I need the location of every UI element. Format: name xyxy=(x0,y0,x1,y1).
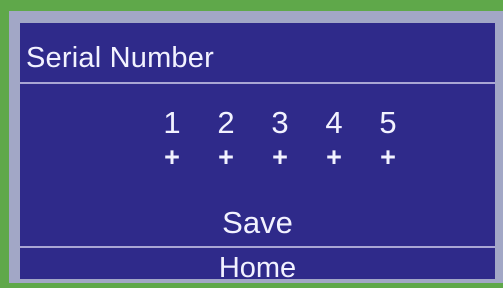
increment-digit-4-button[interactable]: + xyxy=(326,143,342,171)
lcd-screen: Serial Number 1 + 2 + 3 + 4 + 5 + Save H… xyxy=(20,23,495,279)
serial-digit-column-2: 2 + xyxy=(199,105,253,171)
increment-digit-5-button[interactable]: + xyxy=(380,143,396,171)
serial-digit-3: 3 xyxy=(271,105,289,140)
device-bezel: Serial Number 1 + 2 + 3 + 4 + 5 + Save H… xyxy=(0,0,503,288)
footer-divider xyxy=(20,246,495,248)
serial-digit-group: 1 + 2 + 3 + 4 + 5 + xyxy=(145,105,415,171)
screen-frame: Serial Number 1 + 2 + 3 + 4 + 5 + Save H… xyxy=(9,11,503,283)
increment-digit-2-button[interactable]: + xyxy=(218,143,234,171)
serial-digit-2: 2 xyxy=(217,105,235,140)
serial-digit-column-3: 3 + xyxy=(253,105,307,171)
home-button[interactable]: Home xyxy=(20,250,495,279)
save-button[interactable]: Save xyxy=(20,203,495,243)
increment-digit-1-button[interactable]: + xyxy=(164,143,180,171)
serial-digit-column-1: 1 + xyxy=(145,105,199,171)
serial-digit-column-5: 5 + xyxy=(361,105,415,171)
serial-digit-1: 1 xyxy=(163,105,181,140)
title-divider xyxy=(20,82,495,84)
serial-digit-column-4: 4 + xyxy=(307,105,361,171)
page-title: Serial Number xyxy=(26,42,214,74)
serial-digit-4: 4 xyxy=(325,105,343,140)
increment-digit-3-button[interactable]: + xyxy=(272,143,288,171)
serial-digit-5: 5 xyxy=(379,105,397,140)
